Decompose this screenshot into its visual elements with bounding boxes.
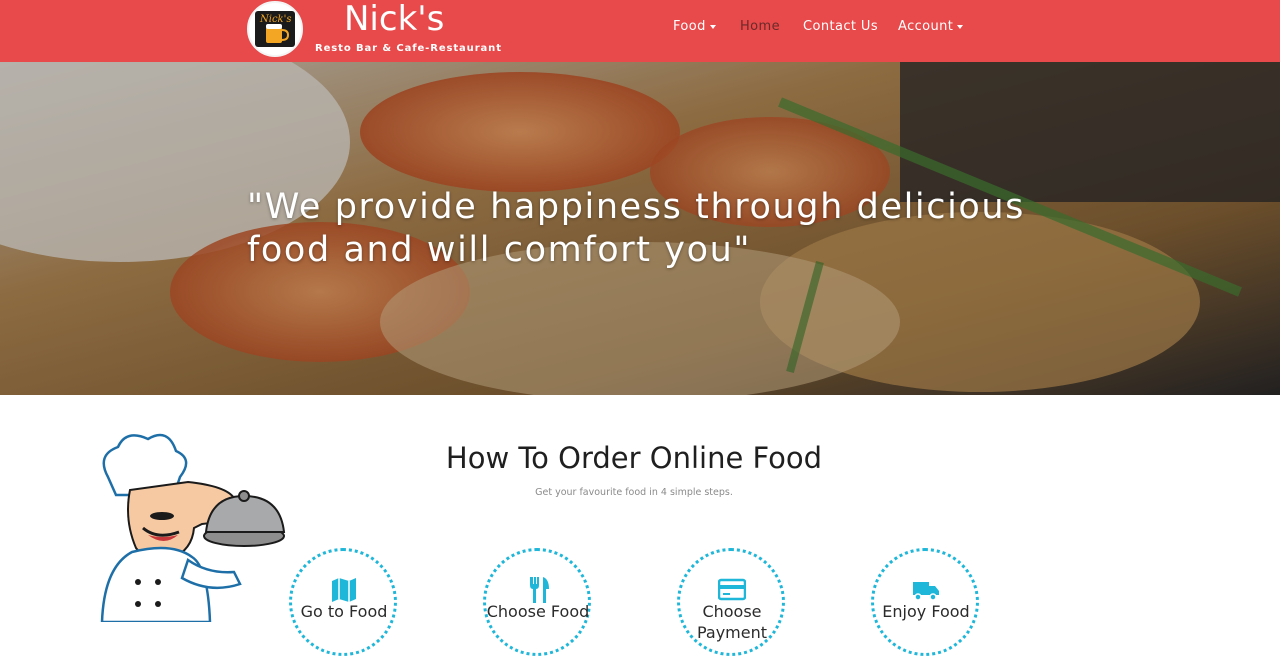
nav-home[interactable]: Home	[740, 19, 780, 35]
navbar: Nick's Nick's Resto Bar & Cafe-Restauran…	[0, 0, 1280, 62]
hero-quote: "We provide happiness through delicious …	[247, 187, 1026, 270]
caret-down-icon	[709, 24, 716, 29]
logo-text: Nick's	[259, 14, 292, 25]
nav-account-label: Account	[898, 19, 954, 34]
brand-tagline: Resto Bar & Cafe-Restaurant	[315, 43, 502, 54]
how-to-order-subtitle: Get your favourite food in 4 simple step…	[535, 487, 733, 498]
how-to-order-title: How To Order Online Food	[445, 441, 823, 475]
nav-food-dropdown[interactable]: Food	[673, 19, 716, 35]
step-label: Choose Payment	[696, 602, 768, 642]
nav-account-dropdown[interactable]: Account	[898, 19, 964, 35]
credit-card-icon	[718, 578, 746, 601]
nav-food-label: Food	[673, 19, 706, 34]
logo-mug-icon: Nick's	[255, 11, 295, 47]
step-label: Enjoy Food	[882, 602, 970, 621]
map-icon	[332, 578, 356, 602]
hero-banner: "We provide happiness through delicious …	[0, 62, 1280, 395]
utensils-icon	[530, 577, 549, 603]
caret-down-icon	[957, 24, 964, 29]
brand-logo[interactable]: Nick's	[247, 1, 303, 57]
step-enjoy-food[interactable]: Enjoy Food	[871, 548, 979, 656]
step-choose-food[interactable]: Choose Food	[483, 548, 591, 656]
nav-contact-us[interactable]: Contact Us	[803, 19, 878, 35]
step-go-to-food[interactable]: Go to Food	[289, 548, 397, 656]
step-choose-payment[interactable]: Choose Payment	[677, 548, 785, 656]
step-label: Go to Food	[300, 602, 388, 621]
step-label: Choose Food	[486, 602, 590, 621]
brand-name[interactable]: Nick's	[344, 0, 444, 40]
truck-icon	[913, 582, 939, 601]
